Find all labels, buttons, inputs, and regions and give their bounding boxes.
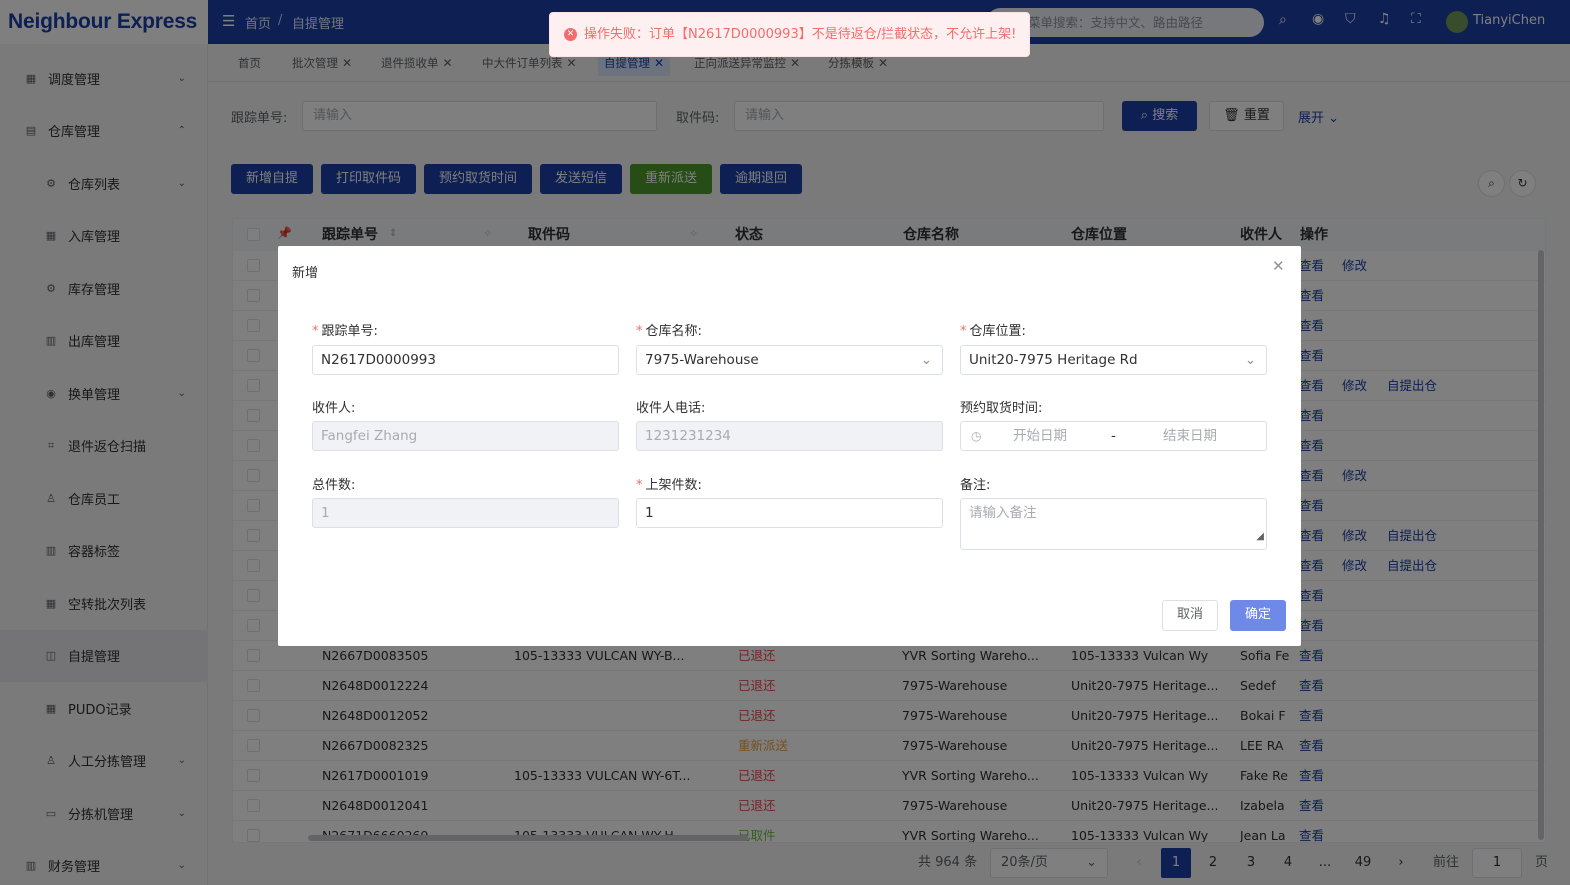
start-date-input[interactable]: 开始日期 [1013,422,1067,450]
location-select[interactable]: Unit20-7975 Heritage Rd ⌄ [960,345,1267,375]
tracking-label-text: 跟踪单号: [321,324,378,339]
error-toast-message: 操作失败：订单【N2617D0000993】不是待返仓/拦截状态，不允许上架! [584,27,1017,42]
remark-placeholder: 请输入备注 [969,505,1037,521]
warehouse-label-text: 仓库名称: [645,324,702,339]
error-icon: ✕ [564,28,577,41]
cancel-button[interactable]: 取消 [1162,600,1218,631]
remark-textarea[interactable]: 请输入备注 ◢ [960,498,1267,550]
range-separator: - [1111,428,1116,444]
add-pickup-dialog: 新增 ✕ * 跟踪单号: N2617D0000993 * 仓库名称: 7975-Wa… [278,246,1301,646]
chevron-down-icon: ⌄ [1244,352,1256,368]
shelved-field-label: * 上架件数: [636,478,702,493]
warehouse-value: 7975-Warehouse [645,352,759,368]
total-field-label: 总件数: [312,478,356,493]
location-field-label: * 仓库位置: [960,324,1026,339]
warehouse-select[interactable]: 7975-Warehouse ⌄ [636,345,943,375]
warehouse-field-label: * 仓库名称: [636,324,702,339]
close-icon[interactable]: ✕ [1272,257,1285,275]
clock-icon: ◷ [971,429,982,443]
remark-field-label: 备注: [960,478,991,493]
shelved-count-input[interactable]: 1 [636,498,943,528]
recipient-field-label: 收件人: [312,401,356,416]
appointment-field-label: 预约取货时间: [960,401,1043,416]
phone-input: 1231231234 [636,421,943,451]
resize-handle-icon[interactable]: ◢ [1256,523,1264,551]
total-count-input: 1 [312,498,619,528]
recipient-input: Fangfei Zhang [312,421,619,451]
end-date-input[interactable]: 结束日期 [1163,422,1217,450]
dialog-title: 新增 [292,266,319,281]
location-value: Unit20-7975 Heritage Rd [969,352,1138,368]
location-label-text: 仓库位置: [969,324,1026,339]
tracking-field-label: * 跟踪单号: [312,324,378,339]
shelved-label-text: 上架件数: [645,478,702,493]
confirm-button[interactable]: 确定 [1230,600,1286,631]
phone-field-label: 收件人电话: [636,401,706,416]
error-toast: ✕ 操作失败：订单【N2617D0000993】不是待返仓/拦截状态，不允许上架! [549,12,1030,57]
tracking-number-input[interactable]: N2617D0000993 [312,345,619,375]
chevron-down-icon: ⌄ [920,352,932,368]
appointment-date-range[interactable]: ◷ 开始日期 - 结束日期 [960,421,1267,451]
